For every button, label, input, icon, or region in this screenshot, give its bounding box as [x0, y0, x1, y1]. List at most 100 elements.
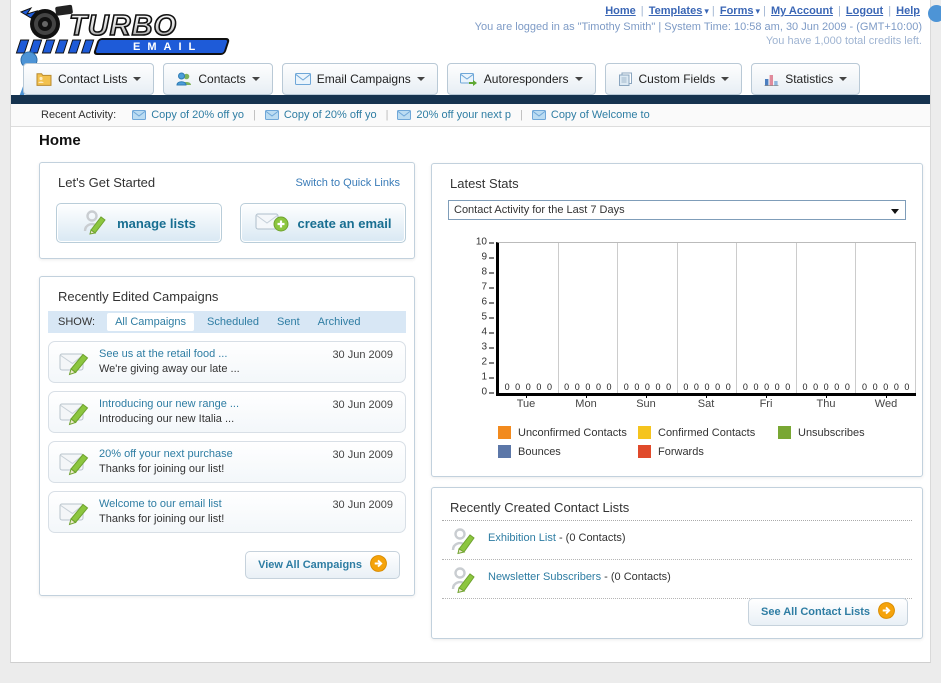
- legend-label: Confirmed Contacts: [658, 426, 756, 439]
- nav-separator: |: [760, 5, 769, 17]
- campaigns-panel: Recently Edited Campaigns SHOW: All Camp…: [39, 276, 415, 596]
- activity-separator: |: [520, 109, 523, 121]
- chart-legend: Unconfirmed Contacts Confirmed Contacts Un…: [498, 426, 918, 464]
- x-tick-label: Sat: [676, 394, 736, 410]
- create-email-label: create an email: [297, 215, 392, 231]
- campaign-subtitle: Introducing our new Italia ...: [99, 413, 235, 425]
- envelope-pencil-icon: [59, 399, 91, 431]
- campaign-title-link[interactable]: Introducing our new range ...: [99, 398, 239, 410]
- recent-activity-item[interactable]: Copy of 20% off yo: [132, 109, 244, 121]
- nav-link-help[interactable]: Help: [896, 5, 920, 17]
- data-value: 0: [666, 382, 672, 392]
- person-pencil-icon: [450, 566, 478, 599]
- data-value: 0: [546, 382, 552, 392]
- tab-label: Custom Fields: [638, 72, 716, 86]
- see-all-contact-lists-label: See All Contact Lists: [760, 606, 870, 618]
- data-value: 0: [774, 382, 780, 392]
- nav-link-forms[interactable]: Forms: [720, 5, 754, 17]
- svg-text:TURBO: TURBO: [69, 10, 177, 42]
- filter-archived[interactable]: Archived: [318, 316, 361, 328]
- y-tick-label: 10: [476, 237, 494, 248]
- data-value: 0: [623, 382, 629, 392]
- tab-statistics[interactable]: Statistics: [751, 63, 861, 95]
- switch-quick-links-link[interactable]: Switch to Quick Links: [295, 177, 400, 189]
- campaign-title-link[interactable]: See us at the retail food ...: [99, 348, 227, 360]
- data-value: 0: [606, 382, 612, 392]
- data-value-labels: 00000: [737, 382, 796, 392]
- data-value: 0: [574, 382, 580, 392]
- tab-label: Contact Lists: [58, 72, 128, 86]
- data-value-labels: 00000: [678, 382, 737, 392]
- tab-custom-fields[interactable]: Custom Fields: [604, 63, 743, 95]
- x-tick-label: Wed: [856, 394, 916, 410]
- data-value: 0: [693, 382, 699, 392]
- autoresponders-icon: [459, 72, 478, 86]
- campaign-subtitle: Thanks for joining our list!: [99, 513, 225, 525]
- page-title: Home: [39, 132, 81, 149]
- nav-link-my-account[interactable]: My Account: [771, 5, 833, 17]
- stats-period-value: Contact Activity for the Last 7 Days: [454, 204, 625, 216]
- see-all-contact-lists-button[interactable]: See All Contact Lists: [747, 598, 908, 626]
- campaign-subtitle: We're giving away our late ...: [99, 363, 240, 375]
- chart-day-group: 00000: [678, 243, 738, 393]
- nav-link-templates[interactable]: Templates: [649, 5, 703, 17]
- nav-separator: |: [834, 5, 844, 17]
- campaigns-title: Recently Edited Campaigns: [58, 289, 219, 304]
- contact-list-name-link[interactable]: Exhibition List: [488, 532, 556, 544]
- activity-item-label: 20% off your next p: [416, 109, 512, 121]
- legend-swatch: [638, 445, 651, 458]
- stats-period-dropdown[interactable]: Contact Activity for the Last 7 Days: [448, 200, 906, 220]
- tab-contacts[interactable]: Contacts: [163, 63, 273, 95]
- contact-lists-icon: [36, 72, 52, 86]
- tab-email-campaigns[interactable]: Email Campaigns: [281, 63, 438, 95]
- manage-lists-button[interactable]: manage lists: [56, 203, 222, 243]
- data-value: 0: [504, 382, 510, 392]
- data-value: 0: [883, 382, 889, 392]
- email-plus-icon: [255, 211, 289, 236]
- campaign-card[interactable]: See us at the retail food ... We're givin…: [48, 341, 406, 383]
- data-value: 0: [823, 382, 829, 392]
- campaign-title-link[interactable]: Welcome to our email list: [99, 498, 222, 510]
- nav-link-home[interactable]: Home: [605, 5, 636, 17]
- campaign-title-link[interactable]: 20% off your next purchase: [99, 448, 233, 460]
- contact-list-name-link[interactable]: Newsletter Subscribers: [488, 571, 601, 583]
- data-value: 0: [595, 382, 601, 392]
- legend-label: Forwards: [658, 445, 704, 458]
- recent-activity-item[interactable]: Copy of Welcome to: [531, 109, 650, 121]
- campaign-card[interactable]: Welcome to our email list Thanks for join…: [48, 491, 406, 533]
- manage-lists-label: manage lists: [117, 215, 196, 231]
- recent-activity-item[interactable]: Copy of 20% off yo: [264, 109, 377, 121]
- statistics-icon: [764, 73, 779, 86]
- create-email-button[interactable]: create an email: [240, 203, 406, 243]
- tab-autoresponders[interactable]: Autoresponders: [446, 63, 596, 95]
- navy-divider-bar: [11, 95, 930, 104]
- contact-list-item[interactable]: Exhibition List - (0 Contacts): [442, 521, 912, 560]
- chevron-down-icon: [891, 209, 899, 214]
- main-nav-tabs: Contact Lists Contacts Email Campaigns Auto…: [23, 63, 861, 95]
- envelope-pencil-icon: [59, 349, 91, 381]
- data-value: 0: [585, 382, 591, 392]
- data-value: 0: [862, 382, 868, 392]
- chevron-down-icon: [574, 77, 583, 81]
- campaign-card[interactable]: 20% off your next purchase Thanks for joi…: [48, 441, 406, 483]
- nav-link-logout[interactable]: Logout: [846, 5, 883, 17]
- activity-separator: |: [385, 109, 389, 121]
- filter-scheduled[interactable]: Scheduled: [207, 316, 259, 328]
- nav-separator: |: [637, 5, 647, 17]
- campaign-date: 30 Jun 2009: [332, 449, 393, 461]
- filter-sent[interactable]: Sent: [277, 316, 300, 328]
- recent-activity-item[interactable]: 20% off your next p: [397, 109, 511, 121]
- tab-contact-lists[interactable]: Contact Lists: [23, 63, 155, 95]
- custom-fields-icon: [618, 72, 633, 86]
- data-value: 0: [515, 382, 521, 392]
- view-all-campaigns-button[interactable]: View All Campaigns: [245, 551, 400, 579]
- campaign-card[interactable]: Introducing our new range ... Introducing…: [48, 391, 406, 433]
- filter-all-campaigns[interactable]: All Campaigns: [107, 313, 194, 331]
- data-value-labels: 00000: [559, 382, 618, 392]
- chevron-down-icon: [721, 77, 730, 81]
- contact-list-item[interactable]: Newsletter Subscribers - (0 Contacts): [442, 560, 912, 599]
- envelope-pencil-icon: [59, 449, 91, 481]
- chevron-down-icon: [251, 77, 260, 81]
- legend-item-unconfirmed-contacts: Unconfirmed Contacts: [498, 426, 638, 439]
- person-pencil-icon: [82, 209, 108, 238]
